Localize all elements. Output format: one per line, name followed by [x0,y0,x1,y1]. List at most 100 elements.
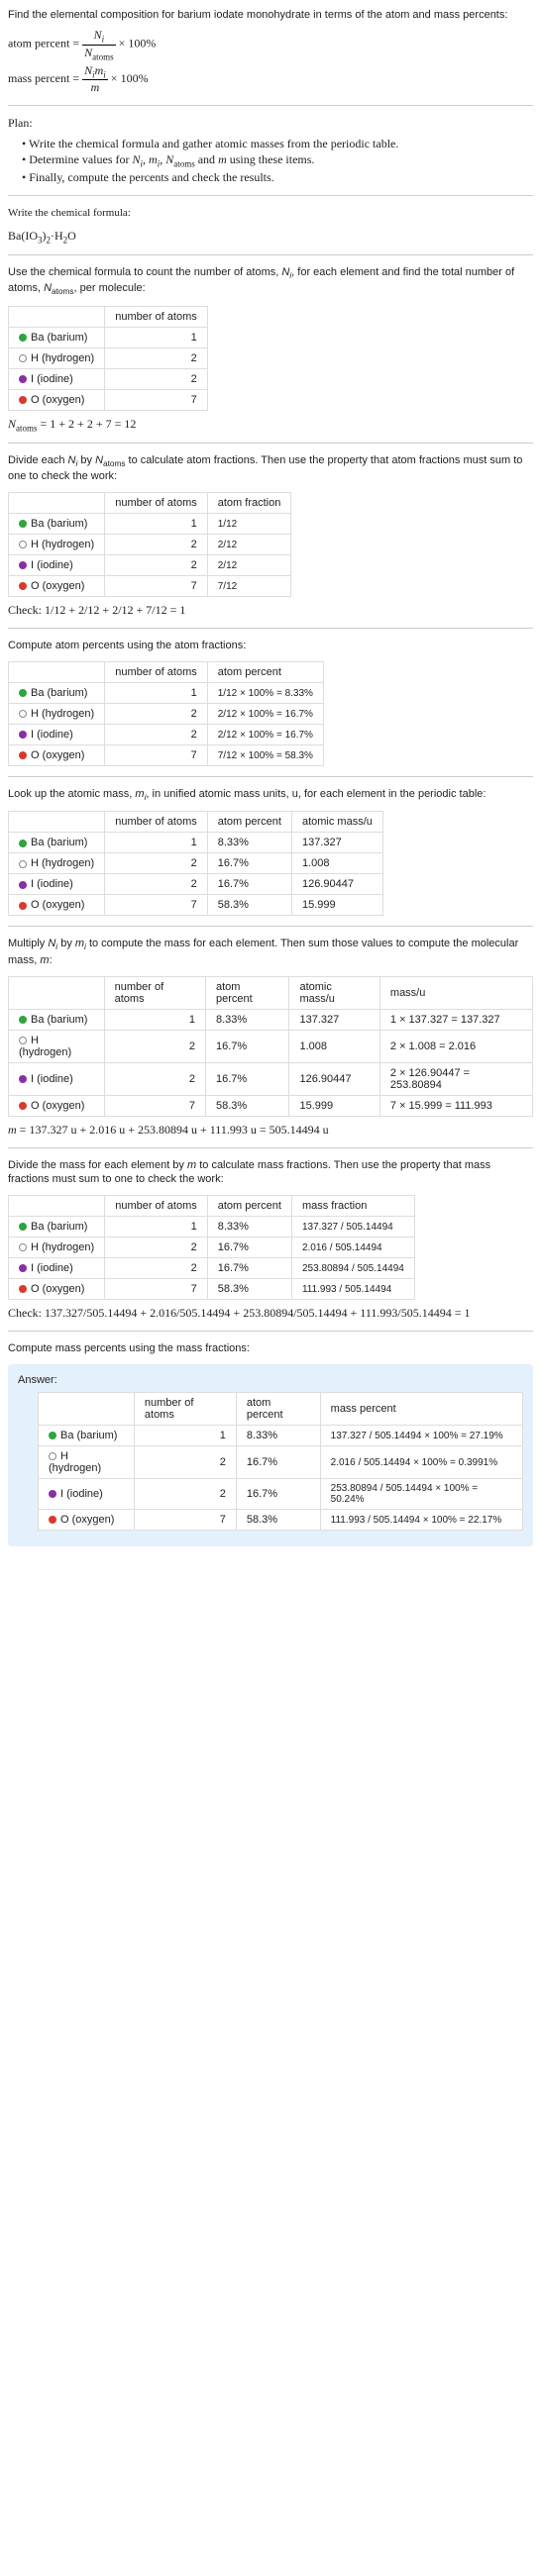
col-header: atom percent [207,1196,291,1217]
cell: 1/12 × 100% = 8.33% [207,683,323,704]
element-dot-icon [19,396,27,404]
col-header: mass/u [379,976,532,1009]
cell: 2 [104,1030,205,1062]
cell: 2 [105,1238,208,1258]
cell: 2 [105,874,208,895]
cell: 2 [105,368,208,389]
cell: 7 [105,895,208,916]
element-dot-icon [19,731,27,739]
mass-frac-explanation: Divide the mass for each element by m to… [8,1158,533,1188]
cell: 2 [104,1062,205,1095]
lookup-explanation: Look up the atomic mass, mi, in unified … [8,787,533,803]
cell: 16.7% [207,853,291,874]
col-header: atom percent [207,812,291,833]
cell: 8.33% [236,1426,320,1446]
element-dot-icon [19,1285,27,1293]
cell: 2/12 × 100% = 16.7% [207,725,323,745]
cell: 2 [134,1479,236,1510]
cell: 1 × 137.327 = 137.327 [379,1009,532,1030]
cell: 16.7% [205,1030,288,1062]
col-header: number of atoms [105,306,208,327]
element-dot-icon [19,1016,27,1024]
atom-fraction-table: number of atomsatom fraction Ba (barium)… [8,492,291,597]
cell: 2/12 [207,555,291,576]
plan-item: Write the chemical formula and gather at… [22,137,533,151]
mass-fraction-table: number of atomsatom percentmass fraction… [8,1195,415,1300]
cell: 7 [105,389,208,410]
cell: 1.008 [291,853,382,874]
col-header: atom fraction [207,493,291,514]
col-header: atom percent [207,662,323,683]
count-explanation: Use the chemical formula to count the nu… [8,265,533,298]
cell: 1 [105,514,208,535]
element-dot-icon [19,1075,27,1083]
intro-text: Find the elemental composition for bariu… [8,8,533,22]
cell: 2 × 126.90447 = 253.80894 [379,1062,532,1095]
cell: 7 [105,1279,208,1300]
col-header: number of atoms [104,976,205,1009]
element-dot-icon [19,751,27,759]
cell: 2 [105,704,208,725]
cell: 2.016 / 505.14494 [291,1238,414,1258]
cell: 8.33% [207,833,291,853]
mass-explanation: Multiply Ni by mi to compute the mass fo… [8,937,533,967]
col-header: atom percent [205,976,288,1009]
element-dot-icon [49,1490,56,1498]
cell: 2/12 [207,535,291,555]
element-dot-icon [49,1516,56,1524]
element-dot-icon [19,334,27,342]
mass-table: number of atomsatom percentatomic mass/u… [8,976,533,1117]
cell: 2 [105,853,208,874]
element-dot-icon [19,375,27,383]
cell: 2 [134,1446,236,1479]
cell: 1 [105,1217,208,1238]
element-dot-icon [19,689,27,697]
cell: 16.7% [207,1238,291,1258]
mass-percent-formula: mass percent = Nimim × 100% [8,63,533,95]
element-dot-icon [19,840,27,847]
answer-label: Answer: [18,1374,523,1386]
mass-pct-explanation: Compute mass percents using the mass fra… [8,1341,533,1356]
cell: 2 × 1.008 = 2.016 [379,1030,532,1062]
chem-formula: Ba(IO3)2·H2O [8,229,533,245]
col-header: number of atoms [105,812,208,833]
cell: 16.7% [207,874,291,895]
cell: 137.327 [289,1009,379,1030]
cell: 16.7% [207,1258,291,1279]
plan-list: Write the chemical formula and gather at… [8,137,533,184]
element-dot-icon [49,1452,56,1460]
cell: 2 [105,347,208,368]
cell: 7 [105,745,208,766]
element-dot-icon [19,710,27,718]
cell: 1 [105,327,208,347]
element-dot-icon [19,1223,27,1231]
col-header: atom percent [236,1393,320,1426]
cell: 2.016 / 505.14494 × 100% = 0.3991% [320,1446,522,1479]
m-equation: m = 137.327 u + 2.016 u + 253.80894 u + … [8,1123,533,1138]
cell: 1 [134,1426,236,1446]
atom-percent-formula: atom percent = NiNatoms × 100% [8,28,533,61]
cell: 126.90447 [289,1062,379,1095]
cell: 58.3% [205,1095,288,1116]
atom-pct-explanation: Compute atom percents using the atom fra… [8,639,533,653]
cell: 8.33% [205,1009,288,1030]
cell: 58.3% [236,1510,320,1531]
element-dot-icon [19,354,27,362]
cell: 16.7% [205,1062,288,1095]
cell: 15.999 [289,1095,379,1116]
cell: 253.80894 / 505.14494 × 100% = 50.24% [320,1479,522,1510]
atom-percent-table: number of atomsatom percent Ba (barium)1… [8,661,324,766]
plan-item: Determine values for Ni, mi, Natoms and … [22,152,533,168]
cell: 7 [134,1510,236,1531]
col-header: number of atoms [105,662,208,683]
plan-item: Finally, compute the percents and check … [22,170,533,185]
cell: 58.3% [207,895,291,916]
col-header: mass fraction [291,1196,414,1217]
cell: 7 × 15.999 = 111.993 [379,1095,532,1116]
element-dot-icon [19,520,27,528]
atomic-mass-table: number of atomsatom percentatomic mass/u… [8,811,383,916]
cell: 8.33% [207,1217,291,1238]
cell: 1 [105,833,208,853]
cell: 1 [105,683,208,704]
plan-label: Plan: [8,116,533,131]
